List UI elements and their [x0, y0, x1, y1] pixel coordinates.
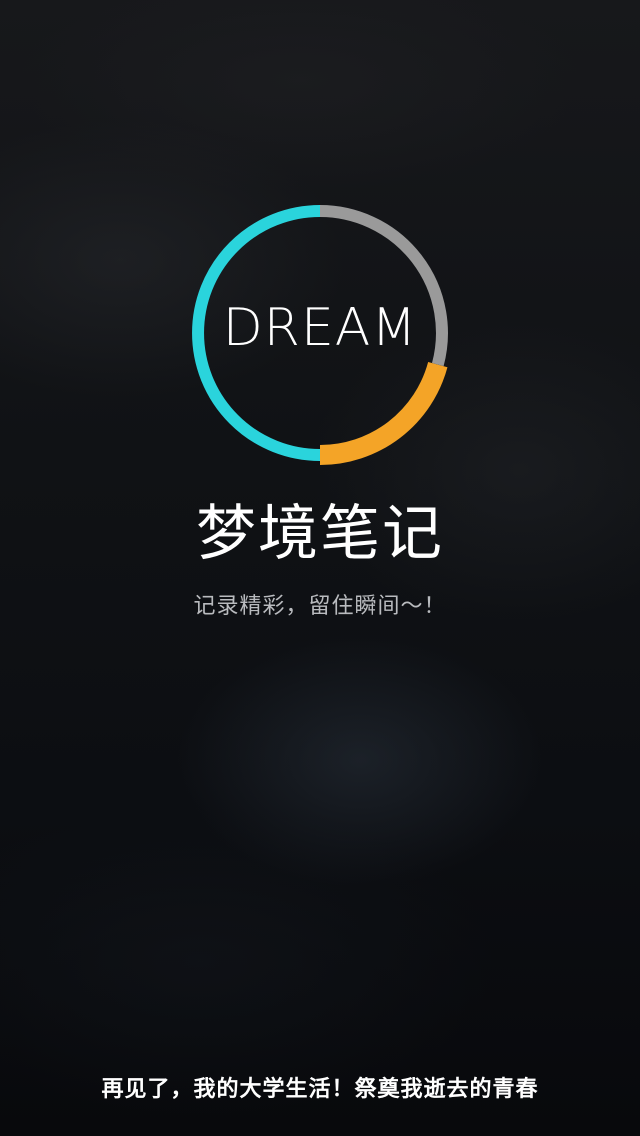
app-title: 梦境笔记 — [196, 499, 444, 569]
logo-ring-orange-arc — [319, 361, 448, 465]
splash-screen: DREAM 梦境笔记 记录精彩，留住瞬间～！ 再见了，我的大学生活！祭奠我逝去的… — [0, 0, 640, 1136]
dream-logo: DREAM — [188, 201, 452, 465]
footer-message: 再见了，我的大学生活！祭奠我逝去的青春 — [101, 1077, 539, 1102]
tagline: 记录精彩，留住瞬间～！ — [193, 594, 447, 619]
logo-text: DREAM — [222, 298, 418, 358]
